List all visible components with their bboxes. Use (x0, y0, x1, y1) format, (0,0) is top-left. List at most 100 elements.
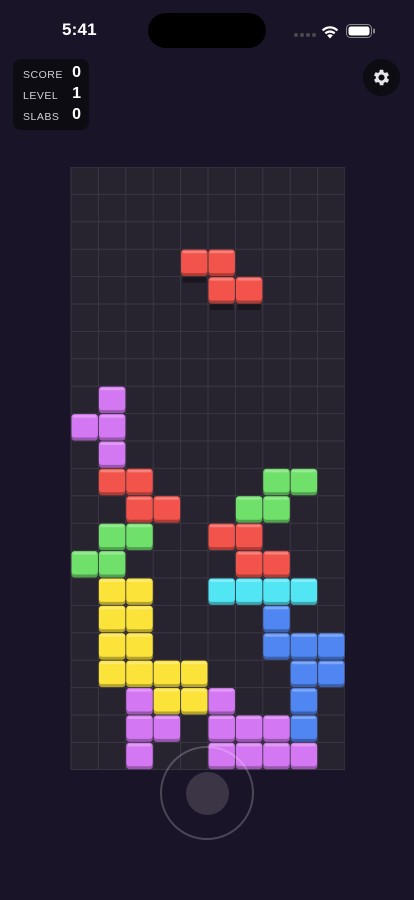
block-face (126, 523, 153, 548)
block-highlight (292, 661, 316, 665)
block-highlight (155, 497, 179, 500)
block-face (126, 578, 153, 602)
block-highlight (182, 689, 206, 692)
block-highlight (100, 442, 124, 445)
cellular-signal-icon (294, 33, 316, 38)
block-face (208, 523, 235, 548)
locked-block (263, 715, 290, 742)
locked-block (263, 578, 290, 605)
block-highlight (292, 579, 316, 582)
locked-block (98, 605, 126, 633)
block-highlight (292, 689, 316, 692)
locked-block (98, 414, 126, 441)
locked-block (235, 496, 263, 523)
locked-block (235, 578, 263, 605)
block-highlight (100, 469, 124, 473)
score-value: 0 (72, 64, 81, 81)
block-face (235, 715, 263, 739)
block-face (98, 633, 126, 657)
block-highlight (100, 524, 124, 528)
block-face (263, 578, 290, 602)
block-highlight (73, 415, 97, 418)
block-face (208, 715, 235, 739)
block-face (126, 496, 153, 520)
block-face (290, 660, 318, 685)
block-highlight (264, 743, 289, 747)
block-face (263, 715, 290, 739)
block-highlight (73, 552, 97, 555)
block-highlight (100, 606, 124, 610)
block-highlight (100, 552, 124, 555)
locked-block (208, 523, 235, 551)
locked-block (263, 551, 290, 578)
game-board[interactable] (70, 167, 345, 770)
block-face (153, 688, 181, 712)
block-highlight (264, 634, 289, 637)
block-highlight (237, 716, 261, 719)
locked-block (126, 578, 153, 605)
locked-block (126, 468, 153, 496)
locked-block (208, 688, 235, 715)
battery-icon (346, 24, 376, 38)
block-face (98, 468, 126, 493)
joystick-control[interactable] (160, 746, 254, 840)
block-face (71, 551, 98, 575)
block-face (126, 688, 153, 712)
piece-drop-shadow (182, 276, 206, 283)
block-face (318, 633, 345, 657)
block-highlight (127, 661, 152, 665)
locked-block (153, 660, 181, 688)
block-face (290, 715, 318, 739)
block-face (181, 249, 208, 274)
block-face (263, 496, 290, 520)
locked-block (290, 468, 318, 496)
block-face (153, 660, 181, 685)
level-value: 1 (72, 85, 81, 102)
block-face (290, 633, 318, 657)
locked-block (98, 551, 126, 578)
board-canvas (70, 167, 345, 770)
slabs-value: 0 (72, 106, 81, 123)
status-time: 5:41 (62, 20, 97, 39)
score-panel: SCORE 0 LEVEL 1 SLABS 0 (13, 59, 89, 130)
locked-block (318, 633, 345, 660)
score-label: SCORE (23, 69, 63, 81)
slabs-row: SLABS 0 (23, 106, 81, 126)
locked-block (181, 688, 208, 715)
active-piece-block (208, 277, 235, 304)
locked-block (290, 578, 318, 605)
locked-block (126, 523, 153, 551)
block-highlight (237, 552, 261, 555)
block-highlight (319, 661, 343, 665)
locked-block (263, 633, 290, 660)
locked-block (290, 633, 318, 660)
block-highlight (127, 579, 152, 582)
block-highlight (264, 497, 289, 500)
locked-block (263, 468, 290, 496)
level-label: LEVEL (23, 90, 59, 102)
locked-block (318, 660, 345, 688)
locked-block (235, 523, 263, 551)
gear-icon (373, 69, 390, 86)
settings-button[interactable] (363, 59, 400, 96)
locked-block (126, 742, 153, 770)
block-highlight (127, 606, 152, 610)
block-highlight (100, 387, 124, 391)
active-piece-block (208, 249, 235, 277)
block-highlight (127, 689, 152, 692)
block-face (208, 249, 235, 274)
locked-block (263, 496, 290, 523)
block-highlight (100, 661, 124, 665)
joystick-knob[interactable] (186, 772, 229, 815)
block-highlight (292, 469, 316, 473)
locked-block (263, 742, 290, 770)
block-face (98, 578, 126, 602)
block-highlight (292, 634, 316, 637)
block-highlight (210, 524, 234, 528)
locked-block (98, 468, 126, 496)
active-piece-block (181, 249, 208, 277)
locked-block (208, 578, 235, 605)
block-face (235, 277, 263, 301)
locked-block (98, 578, 126, 605)
locked-block (235, 551, 263, 578)
